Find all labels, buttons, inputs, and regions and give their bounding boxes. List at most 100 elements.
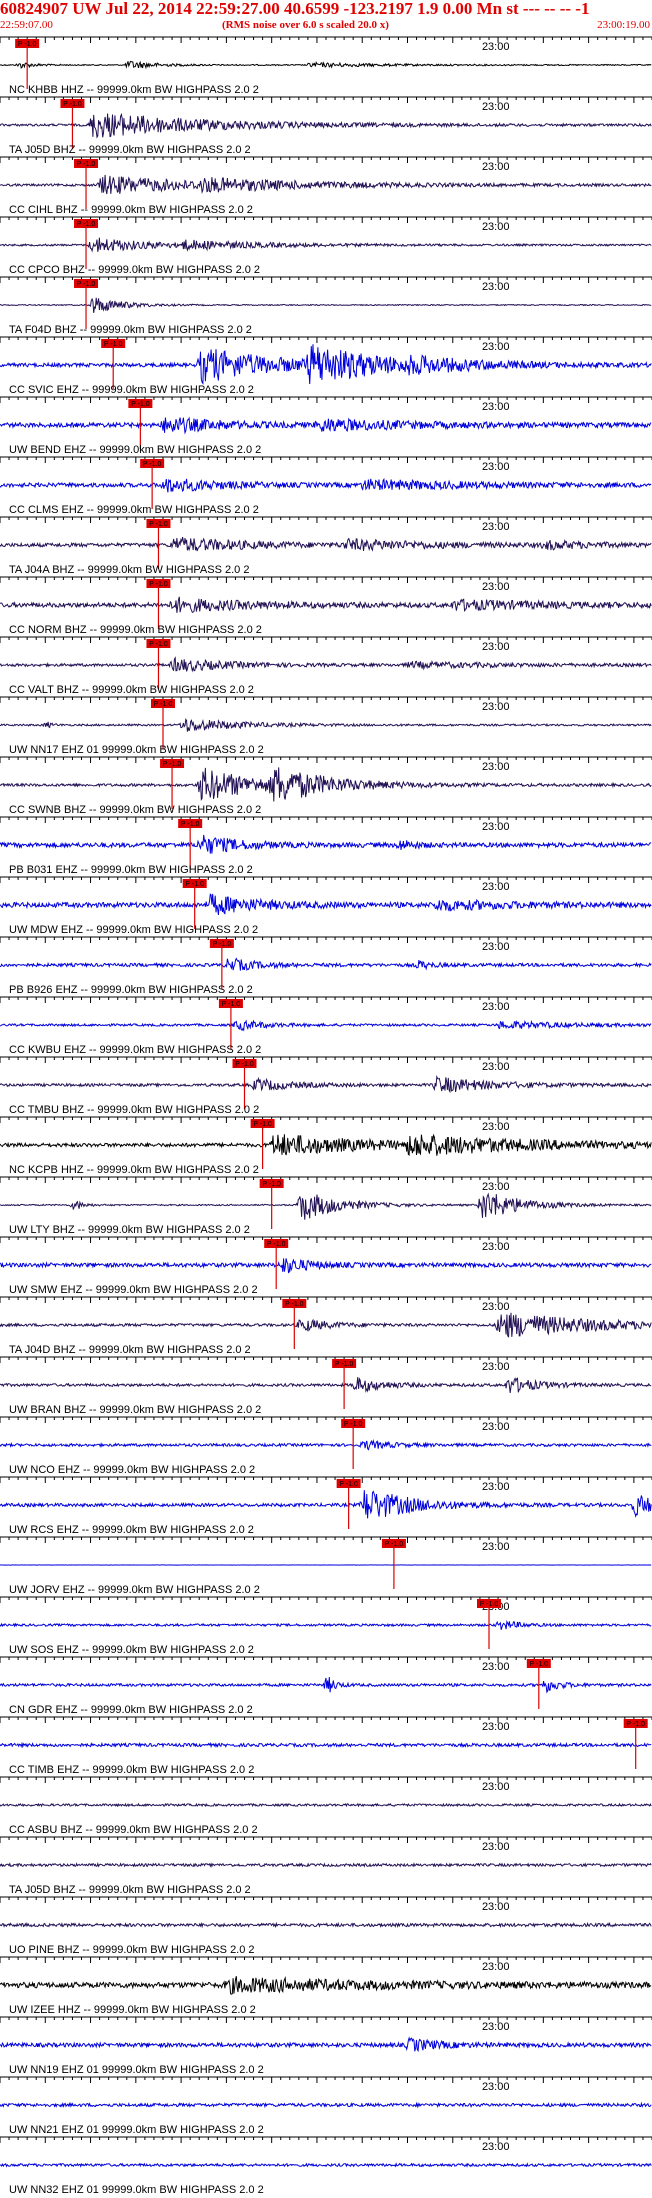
pick-label: P -1.0 xyxy=(385,1541,404,1548)
minute-tick-label: 23:00 xyxy=(482,341,510,353)
channel-label: TA F04D BHZ -- 99999.0km BW HIGHPASS 2.0… xyxy=(9,324,252,336)
waveform xyxy=(0,1192,652,1220)
trace-panel: 23:00P -1.0UW SOS EHZ -- 99999.0km BW HI… xyxy=(0,1596,652,1656)
waveform xyxy=(0,1802,652,1808)
trace-panel: 23:00 P -1.0 CC TMBU BHZ -- 99999.0km BW H… xyxy=(0,1056,652,1116)
minute-tick-label: 23:00 xyxy=(482,2081,510,2093)
waveform xyxy=(0,2101,652,2109)
pick-label: P -1.0 xyxy=(344,1421,363,1428)
trace-panel: 23:00 P -1.0 TA J05D BHZ -- 99999.0km BW H… xyxy=(0,96,652,156)
waveform xyxy=(0,1258,652,1274)
trace-panel: 23:00 UW NN32 EHZ 01 99999.0km BW HIGHPAS… xyxy=(0,2136,652,2196)
channel-label: CC KWBU EHZ -- 99999.0km BW HIGHPASS 2.0… xyxy=(9,1044,261,1056)
channel-label: UW IZEE HHZ -- 99999.0km BW HIGHPASS 2.0… xyxy=(9,2004,256,2016)
waveform xyxy=(0,1019,652,1032)
channel-label: UW NN19 EHZ 01 99999.0km BW HIGHPASS 2.0… xyxy=(9,2064,264,2076)
trace-panel: 23:00 P -1.0 CC SVIC EHZ -- 99999.0km BW H… xyxy=(0,336,652,396)
waveform xyxy=(0,416,652,435)
channel-label: UO PINE BHZ -- 99999.0km BW HIGHPASS 2.0… xyxy=(9,1944,255,1956)
minute-tick-label: 23:00 xyxy=(482,881,510,893)
channel-label: TA J05D BHZ -- 99999.0km BW HIGHPASS 2.0… xyxy=(9,144,251,156)
pick-label: P -1.0 xyxy=(18,41,37,48)
trace-panel: 23:00 P -1.0 PB B031 EHZ -- 99999.0km BW H… xyxy=(0,816,652,876)
channel-label: TA J04A BHZ -- 99999.0km BW HIGHPASS 2.0… xyxy=(9,564,249,576)
waveform xyxy=(0,1377,652,1393)
waveform xyxy=(0,237,652,253)
trace-panel: 23:00 UW IZEE HHZ -- 99999.0km BW HIGHPAS… xyxy=(0,1956,652,2016)
channel-label: TA J05D BHZ -- 99999.0km BW HIGHPASS 2.0… xyxy=(9,1884,251,1896)
minute-tick-label: 23:00 xyxy=(482,1361,510,1373)
pick-label: P -1.0 xyxy=(335,1361,354,1368)
channel-label: UW RCS EHZ -- 99999.0km BW HIGHPASS 2.0 … xyxy=(9,1524,254,1536)
trace-panel: 23:00 P -1.0 UW RCS EHZ -- 99999.0km BW HI… xyxy=(0,1476,652,1536)
minute-tick-label: 23:00 xyxy=(482,41,510,53)
channel-label: UW JORV EHZ -- 99999.0km BW HIGHPASS 2.0… xyxy=(9,1584,260,1596)
channel-label: CC CIHL BHZ -- 99999.0km BW HIGHPASS 2.0… xyxy=(9,204,253,216)
waveform xyxy=(0,1074,652,1094)
channel-label: CC TIMB EHZ -- 99999.0km BW HIGHPASS 2.0… xyxy=(9,1764,254,1776)
trace-panel: 23:00 P -1.0 UW LTY BHZ -- 99999.0km BW HI… xyxy=(0,1176,652,1236)
channel-label: UW NN17 EHZ 01 99999.0km BW HIGHPASS 2.0… xyxy=(9,744,264,756)
minute-tick-label: 23:00 xyxy=(482,1121,510,1133)
minute-tick-label: 23:00 xyxy=(482,641,510,653)
trace-panel: 23:00 P -1.0 CC VALT BHZ -- 99999.0km BW H… xyxy=(0,636,652,696)
trace-panel: 23:00 P -1.0 UW MDW EHZ -- 99999.0km BW HI… xyxy=(0,876,652,936)
channel-label: NC KHBB HHZ -- 99999.0km BW HIGHPASS 2.0… xyxy=(9,84,259,96)
channel-label: UW NN21 EHZ 01 99999.0km BW HIGHPASS 2.0… xyxy=(9,2124,264,2136)
channel-label: PB B926 EHZ -- 99999.0km BW HIGHPASS 2.0… xyxy=(9,984,253,996)
minute-tick-label: 23:00 xyxy=(482,2141,510,2153)
trace-panel: 23:00 P -1.0 NC KHBB HHZ -- 99999.0km BW H… xyxy=(0,36,652,96)
trace-panel: 23:00 P -1.0 UW JORV EHZ -- 99999.0km BW H… xyxy=(0,1536,652,1596)
waveform xyxy=(0,656,652,673)
waveform xyxy=(0,1741,652,1749)
trace-panel: 23:00 P -1.0 CC CPCO BHZ -- 99999.0km BW H… xyxy=(0,216,652,276)
start-time: 22:59:07.00 xyxy=(0,19,53,31)
waveform xyxy=(0,957,652,972)
channel-label: CC ASBU BHZ -- 99999.0km BW HIGHPASS 2.0… xyxy=(9,1824,258,1836)
trace-panel: 23:00 P -1.0 UW BRAN BHZ -- 99999.0km BW H… xyxy=(0,1356,652,1416)
minute-tick-label: 23:00 xyxy=(482,1781,510,1793)
pick-label: P -1.0 xyxy=(149,641,168,648)
pick-label: P -1.0 xyxy=(77,221,96,228)
minute-tick-label: 23:00 xyxy=(482,521,510,533)
end-time: 23:00:19.00 xyxy=(597,19,650,31)
pick-label: P -1.0 xyxy=(185,881,204,888)
channel-label: UW SOS EHZ -- 99999.0km BW HIGHPASS 2.0 … xyxy=(9,1644,254,1656)
channel-label: CC CPCO BHZ -- 99999.0km BW HIGHPASS 2.0… xyxy=(9,264,260,276)
minute-tick-label: 23:00 xyxy=(482,461,510,473)
minute-tick-label: 23:00 xyxy=(482,1961,510,1973)
minute-tick-label: 23:00 xyxy=(482,1541,510,1553)
trace-panel: 23:00 P -1.0 CC CLMS EHZ -- 99999.0km BW H… xyxy=(0,456,652,516)
minute-tick-label: 23:00 xyxy=(482,281,510,293)
trace-panel: 23:00 P -1.0 TA J04A BHZ -- 99999.0km BW H… xyxy=(0,516,652,576)
waveform xyxy=(0,1921,652,1929)
waveform xyxy=(0,2162,652,2168)
minute-tick-label: 23:00 xyxy=(482,581,510,593)
channel-label: CC VALT BHZ -- 99999.0km BW HIGHPASS 2.0… xyxy=(9,684,254,696)
trace-panel: 23:00 P -1.0 CC SWNB BHZ -- 99999.0km BW H… xyxy=(0,756,652,816)
waveform xyxy=(0,536,652,552)
trace-panel: 23:00 UW NN19 EHZ 01 99999.0km BW HIGHPAS… xyxy=(0,2016,652,2076)
channel-label: UW NN32 EHZ 01 99999.0km BW HIGHPASS 2.0… xyxy=(9,2184,264,2196)
waveform xyxy=(0,1862,652,1868)
minute-tick-label: 23:00 xyxy=(482,1901,510,1913)
channel-label: CC NORM BHZ -- 99999.0km BW HIGHPASS 2.0… xyxy=(9,624,262,636)
channel-label: CC TMBU BHZ -- 99999.0km BW HIGHPASS 2.0… xyxy=(9,1104,259,1116)
event-title: 60824907 UW Jul 22, 2014 22:59:27.00 40.… xyxy=(0,0,589,18)
trace-panel: 23:00 P -1.0 TA F04D BHZ -- 99999.0km BW H… xyxy=(0,276,652,336)
pick-label: P -1.0 xyxy=(131,401,150,408)
trace-panel: 23:00 UW NN21 EHZ 01 99999.0km BW HIGHPAS… xyxy=(0,2076,652,2136)
waveform xyxy=(0,1312,652,1338)
waveform xyxy=(0,297,652,313)
trace-panel: 23:00 P -1.0 CC NORM BHZ -- 99999.0km BW H… xyxy=(0,576,652,636)
trace-panel: 23:00 CC ASBU BHZ -- 99999.0km BW HIGHPAS… xyxy=(0,1776,652,1836)
pick-label: P -1.0 xyxy=(77,281,96,288)
minute-tick-label: 23:00 xyxy=(482,821,510,833)
channel-label: UW LTY BHZ -- 99999.0km BW HIGHPASS 2.0 … xyxy=(9,1224,250,1236)
channel-label: UW MDW EHZ -- 99999.0km BW HIGHPASS 2.0 … xyxy=(9,924,258,936)
trace-panel: 23:00 P -1.0 UW SMW EHZ -- 99999.0km BW HI… xyxy=(0,1236,652,1296)
trace-panel: 23:00 P -1.0 UW BEND EHZ -- 99999.0km BW H… xyxy=(0,396,652,456)
channel-label: UW BEND EHZ -- 99999.0km BW HIGHPASS 2.0… xyxy=(9,444,261,456)
minute-tick-label: 23:00 xyxy=(482,701,510,713)
pick-label: P -1.0 xyxy=(235,1061,254,1068)
